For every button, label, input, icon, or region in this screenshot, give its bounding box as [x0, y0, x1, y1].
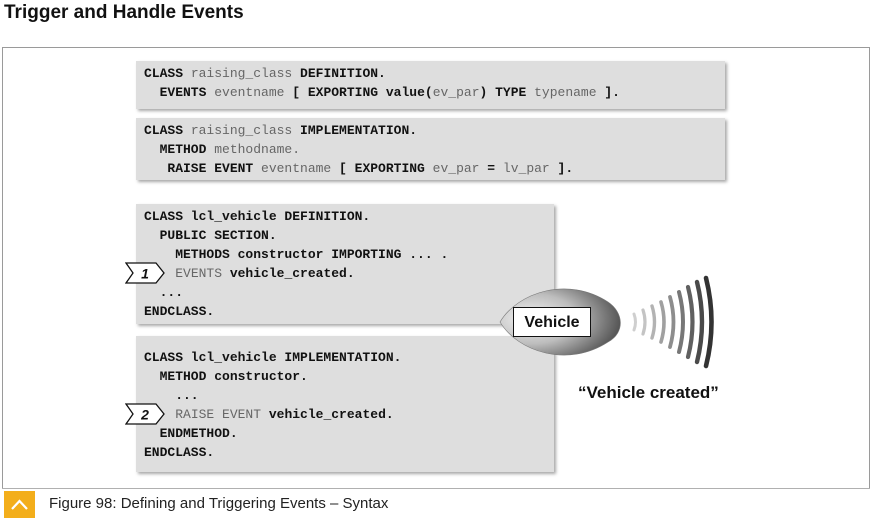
code-line: METHODS constructor IMPORTING ... . [144, 247, 449, 262]
code-line: METHOD constructor. [144, 369, 308, 384]
code-block-implementation-syntax: CLASS raising_class IMPLEMENTATION. METH… [136, 118, 725, 180]
keyword: EVENTS [144, 85, 207, 100]
code-line: ENDCLASS. [144, 445, 215, 460]
keyword: [ EXPORTING value( [292, 85, 433, 100]
keyword: IMPLEMENTATION. [300, 123, 418, 138]
code-line: RAISE EVENT eventname [ EXPORTING ev_par… [144, 159, 717, 178]
code-line: ... [144, 285, 184, 300]
code-line: EVENTS vehicle_created. [175, 266, 355, 281]
identifier: eventname [206, 85, 293, 100]
code-block-definition-syntax: CLASS raising_class DEFINITION. EVENTS e… [136, 61, 725, 109]
step-marker-1-label: 1 [141, 266, 149, 282]
code-line: ENDCLASS. [144, 304, 215, 319]
code-block-vehicle-definition: CLASS lcl_vehicle DEFINITION. PUBLIC SEC… [136, 204, 554, 324]
keyword: RAISE EVENT [144, 161, 254, 176]
keyword: ) TYPE [479, 85, 527, 100]
identifier: raising_class [183, 66, 301, 81]
keyword: = [487, 161, 496, 176]
code-line: CLASS lcl_vehicle IMPLEMENTATION. [144, 350, 402, 365]
vehicle-label: Vehicle [513, 307, 591, 337]
sound-wave-icon [632, 275, 714, 369]
keyword: CLASS [144, 66, 184, 81]
code-line: PUBLIC SECTION. [144, 228, 277, 243]
figure-caption-bar: Figure 98: Defining and Triggering Event… [2, 488, 870, 520]
keyword: ]. [604, 85, 620, 100]
vehicle-created-caption: “Vehicle created” [578, 383, 719, 402]
page-title: Trigger and Handle Events [4, 2, 244, 23]
code-line: RAISE EVENT vehicle_created. [175, 407, 394, 422]
code-line: ENDMETHOD. [144, 426, 238, 441]
chevron-up-icon [11, 499, 28, 510]
code-line: EVENTS eventname [ EXPORTING value(ev_pa… [144, 83, 717, 102]
keyword: CLASS [144, 123, 184, 138]
code-block-vehicle-implementation: CLASS lcl_vehicle IMPLEMENTATION. METHOD… [136, 336, 554, 472]
identifier: methodname. [206, 142, 301, 157]
keyword-events: EVENTS [175, 266, 223, 281]
step-marker-1: 1 [125, 262, 165, 284]
keyword-raise-event: RAISE EVENT [175, 407, 262, 422]
step-marker-2-label: 2 [140, 407, 149, 423]
code-line: CLASS lcl_vehicle DEFINITION. [144, 209, 371, 224]
identifier: typename [526, 85, 605, 100]
identifier: ev_par [424, 161, 488, 176]
keyword: METHOD [144, 142, 207, 157]
keyword: ]. [557, 161, 574, 176]
code-line: CLASS raising_class DEFINITION. [144, 64, 717, 83]
code-line: CLASS raising_class IMPLEMENTATION. [144, 121, 717, 140]
figure-caption: Figure 98: Defining and Triggering Event… [49, 495, 389, 512]
keyword: [ EXPORTING [339, 161, 425, 176]
identifier: lv_par [495, 161, 558, 176]
identifier: ev_par [432, 85, 480, 100]
keyword: DEFINITION. [300, 66, 386, 81]
step-marker-2: 2 [125, 403, 165, 425]
code-line: ... [144, 388, 199, 403]
code-line: METHOD methodname. [144, 140, 717, 159]
identifier: eventname [253, 161, 340, 176]
collapse-toggle-button[interactable] [4, 491, 35, 518]
identifier: raising_class [183, 123, 301, 138]
